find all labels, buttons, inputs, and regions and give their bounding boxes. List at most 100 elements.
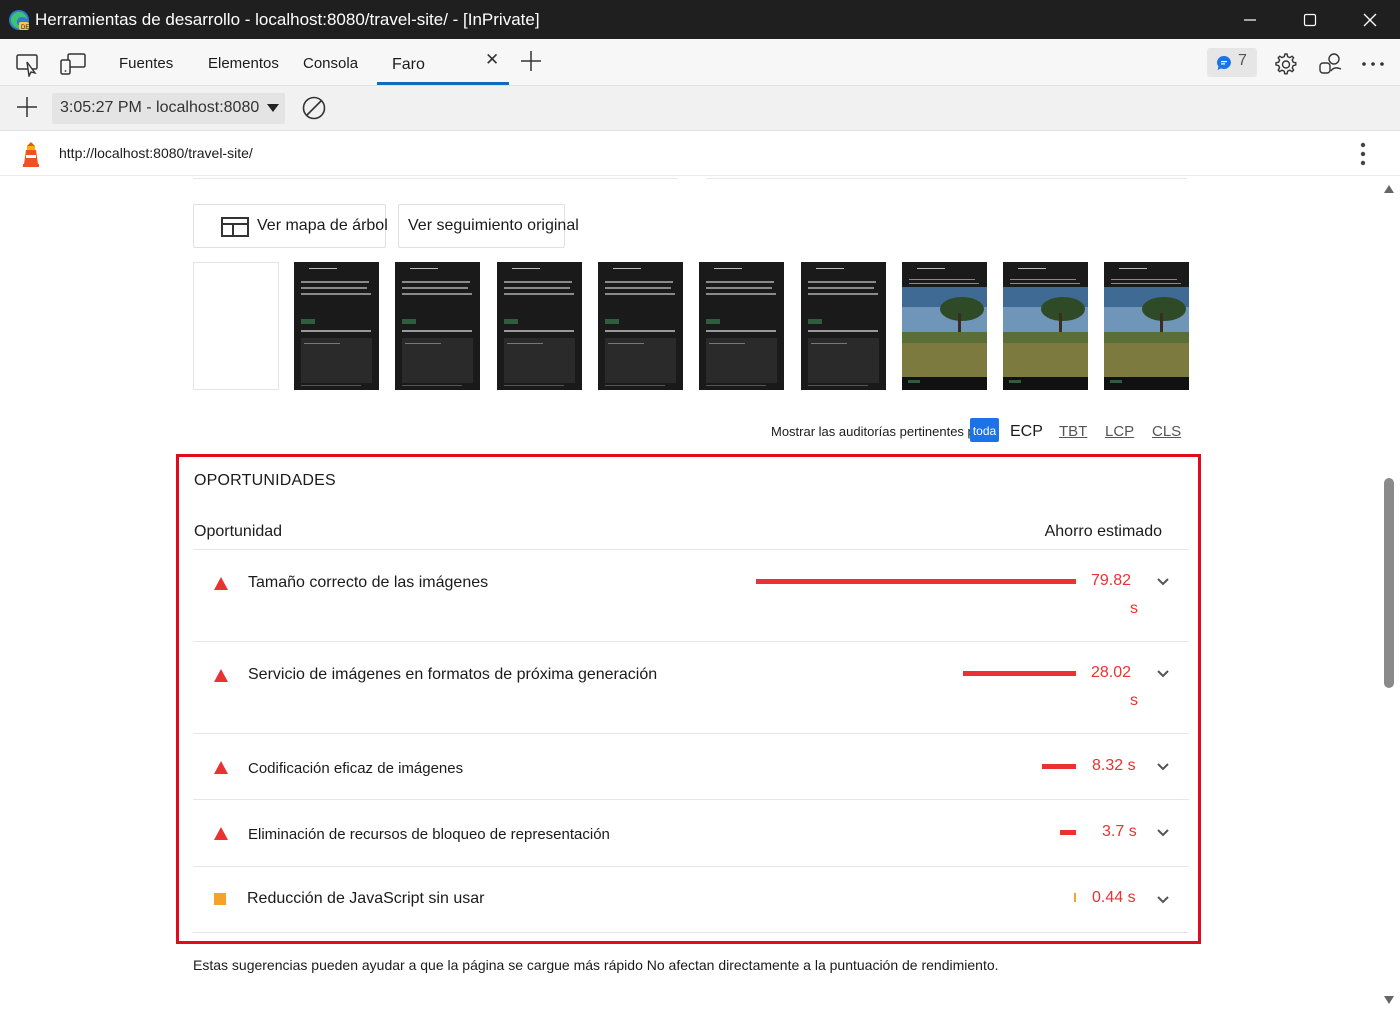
savings-bar [1074,893,1076,902]
scrollbar-thumb[interactable] [1384,478,1394,688]
maximize-button[interactable] [1280,0,1340,39]
chevron-down-icon [267,104,279,112]
svg-text:DEV: DEV [21,25,30,31]
opportunity-title: Reducción de JavaScript sin usar [247,890,485,907]
filter-all-chip[interactable]: toda [970,418,999,442]
opportunity-title: Servicio de imágenes en formatos de próx… [248,666,658,683]
tab-elementos[interactable]: Elementos [208,55,279,72]
view-treemap-label: Ver mapa de árbol [257,217,388,234]
report-url-bar: http://localhost:8080/travel-site/ [0,131,1400,176]
device-emulation-icon[interactable] [59,51,87,77]
filter-chip-cls[interactable]: CLS [1152,423,1181,440]
fail-triangle-icon [214,577,228,590]
divider [193,178,678,179]
view-original-trace-button[interactable]: Ver seguimiento original [398,204,579,248]
filmstrip-frame [801,262,886,390]
savings-value: 79.82 [1091,572,1132,589]
feedback-icon[interactable] [1317,51,1345,77]
scroll-up-arrow-icon[interactable] [1383,184,1395,194]
filmstrip-frame [395,262,480,390]
chevron-down-icon[interactable] [1156,828,1170,838]
close-window-button[interactable] [1340,0,1400,39]
section-title: OPORTUNIDADES [194,472,336,489]
issues-count: 7 [1238,52,1247,69]
treemap-icon [221,217,249,237]
divider [193,932,1189,933]
fail-triangle-icon [214,669,228,682]
savings-value: 0.44 s [1092,889,1136,906]
opportunity-title: Tamaño correcto de las imágenes [248,574,489,591]
close-icon [1363,13,1377,27]
average-square-icon [214,893,226,905]
divider [193,733,1189,734]
filmstrip-frame [294,262,379,390]
message-icon [1217,56,1231,70]
window-title-bar: DEV Herramientas de desarrollo - localho… [0,0,1400,39]
minimize-button[interactable] [1220,0,1280,39]
kebab-menu-icon[interactable] [1360,141,1366,167]
view-treemap-button[interactable]: Ver mapa de árbol [193,204,388,248]
filter-label: Mostrar las auditorías pertinentes pa [771,424,982,439]
chevron-down-icon[interactable] [1156,577,1170,587]
savings-value: 28.02 [1091,664,1132,681]
scroll-down-arrow-icon[interactable] [1383,995,1395,1005]
savings-bar [963,671,1076,676]
divider [193,866,1189,867]
more-options-icon[interactable] [1361,61,1385,67]
filter-chip-lcp[interactable]: LCP [1105,423,1134,440]
issues-badge-button[interactable]: 7 [1207,48,1257,77]
report-url: http://localhost:8080/travel-site/ [59,145,253,161]
fail-triangle-icon [214,827,228,840]
savings-value: 8.32 s [1092,757,1136,774]
filmstrip-frame [1104,262,1189,390]
filter-chip-ecp[interactable]: ECP [1010,423,1043,441]
maximize-icon [1303,13,1317,27]
savings-unit: s [1130,692,1138,709]
chevron-down-icon[interactable] [1156,762,1170,772]
savings-bar [1060,830,1076,835]
divider [193,799,1189,800]
opportunity-title: Eliminación de recursos de bloqueo de re… [248,826,610,843]
chevron-down-icon[interactable] [1156,669,1170,679]
savings-bar [1042,764,1076,769]
divider [193,641,1189,642]
filmstrip-frame [598,262,683,390]
lighthouse-icon [23,142,39,167]
tab-consola[interactable]: Consola [303,55,358,72]
report-selector-label: 3:05:27 PM - localhost:8080 [60,99,260,116]
savings-unit: s [1130,600,1138,617]
add-tab-icon[interactable] [520,50,542,72]
opportunities-footnote: Estas sugerencias pueden ayudar a que la… [193,957,999,973]
devtools-tab-bar: Fuentes Elementos Consola Faro ✕ 7 [0,39,1400,86]
settings-gear-icon[interactable] [1272,51,1298,77]
clear-reports-icon[interactable] [301,95,327,121]
lighthouse-toolbar: 3:05:27 PM - localhost:8080 [0,86,1400,131]
audit-filter-row: Mostrar las auditorías pertinentes pa to… [770,418,1190,447]
filmstrip-frame [193,262,279,390]
active-tab-indicator [377,82,509,85]
opportunities-section: OPORTUNIDADES Oportunidad Ahorro estimad… [176,454,1201,944]
minimize-icon [1244,19,1256,21]
divider [706,178,1187,179]
filmstrip-frame [497,262,582,390]
tab-faro[interactable]: Faro [392,56,425,74]
fail-triangle-icon [214,761,228,774]
column-header-opportunity: Oportunidad [194,523,283,540]
filter-chip-tbt[interactable]: TBT [1059,423,1087,440]
inspect-element-icon[interactable] [15,51,41,77]
edge-dev-icon: DEV [9,10,30,31]
filmstrip-frame [699,262,784,390]
savings-value: 3.7 s [1102,823,1137,840]
new-report-plus-icon[interactable] [16,96,38,118]
filmstrip-frame [902,262,987,390]
chevron-down-icon[interactable] [1156,895,1170,905]
window-title: Herramientas de desarrollo - localhost:8… [35,10,540,29]
divider [193,549,1189,550]
tab-fuentes[interactable]: Fuentes [119,55,173,72]
savings-bar [756,579,1076,584]
opportunity-title: Codificación eficaz de imágenes [248,760,464,777]
report-selector[interactable]: 3:05:27 PM - localhost:8080 [52,93,285,124]
view-original-trace-label: Ver seguimiento original [408,217,579,234]
lighthouse-report-content: Ver mapa de árbol Ver seguimiento origin… [0,176,1380,1016]
close-tab-icon[interactable]: ✕ [485,50,499,70]
